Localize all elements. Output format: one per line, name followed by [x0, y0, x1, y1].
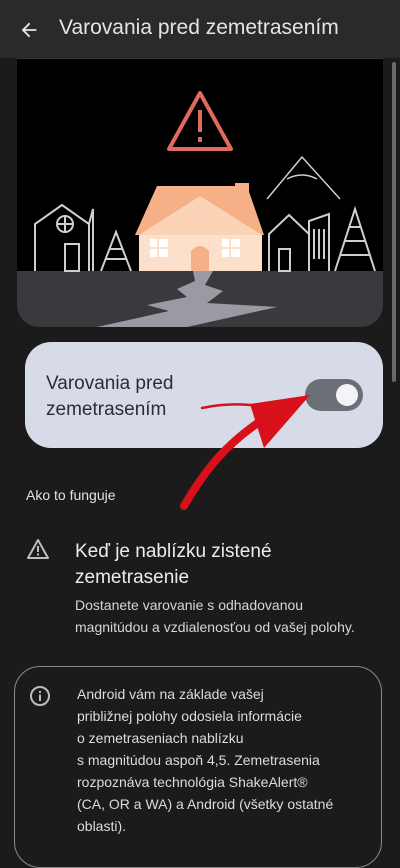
arrow-back-icon — [21, 22, 37, 38]
toggle-label: Varovania pred zemetrasením — [46, 373, 174, 420]
scrollbar[interactable] — [392, 62, 396, 382]
section-how-it-works: Ako to funguje — [26, 487, 116, 503]
top-app-bar: Varovania pred zemetrasením — [0, 0, 400, 58]
info-icon — [30, 686, 50, 706]
earthquake-alerts-switch[interactable] — [305, 379, 363, 411]
back-button[interactable] — [14, 15, 44, 45]
warning-icon — [27, 539, 49, 559]
item-title: Keď je nablízku zistené zemetrasenie — [75, 541, 272, 588]
switch-knob — [336, 384, 358, 406]
warning-triangle-icon — [167, 91, 233, 151]
info-text: Android vám na základe vašej približnej … — [77, 686, 334, 834]
page-title: Varovania pred zemetrasením — [59, 16, 339, 39]
info-card: Android vám na základe vašej približnej … — [14, 666, 382, 868]
earthquake-alerts-toggle-card[interactable]: Varovania pred zemetrasením — [25, 342, 383, 448]
item-description: Dostanete varovanie s odhadovanou magnit… — [75, 597, 355, 635]
earthquake-illustration — [17, 58, 383, 327]
house-illustration — [135, 183, 264, 271]
